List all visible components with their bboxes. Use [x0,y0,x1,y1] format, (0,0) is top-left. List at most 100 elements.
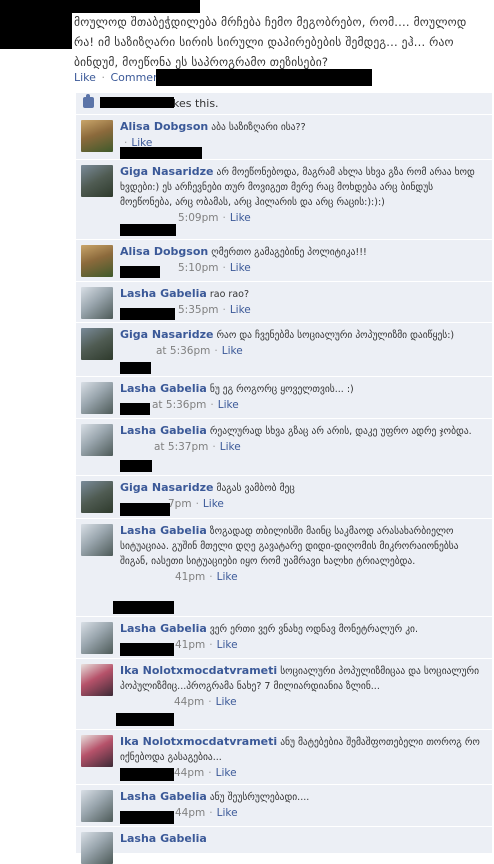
comment-body: Lasha Gabelia ვერ ერთი ვერ ვნახე ოდნავ მ… [120,621,486,653]
comment: Lasha Gabelia ანუ შეუსრულებადი.... 44pm ·… [76,785,492,827]
avatar[interactable] [81,622,113,654]
comment-author[interactable]: Ika Nolotxmocdatvrameti [120,664,277,677]
redacted-date [120,643,174,656]
comment-author[interactable]: Lasha Gabelia [120,424,207,437]
comment-like-link[interactable]: Like [217,639,238,651]
redacted-date [120,224,176,236]
separator: · [101,71,105,84]
redacted-likers[interactable] [100,97,174,108]
comment-author[interactable]: Lasha Gabelia [120,524,207,537]
comment: Lasha Gabelia ნუ ეგ როგორც ყოველთვის... … [76,377,492,419]
comment-text: ღმერთო გამაგებინე პოლიტიკა!!! [211,247,367,258]
comment-body: Ika Nolotxmocdatvrameti ანუ მატებებია შე… [120,734,486,781]
comment-text: აბა საზიზღარი ისა?? [211,122,306,133]
comment-body: Giga Nasaridze რაო და ჩვენებმა სოციალური… [120,327,486,359]
comment-like-link[interactable]: Like [230,212,251,224]
comment-like-link[interactable]: Like [230,262,251,274]
comment-time[interactable]: 44pm [174,696,204,708]
comment-like-link[interactable]: Like [230,304,251,316]
comment-author[interactable]: Giga Nasaridze [120,481,213,494]
comment: Giga Nasaridze რაო და ჩვენებმა სოციალური… [76,323,492,377]
redacted-date [120,362,151,374]
avatar[interactable] [81,328,113,360]
comment: Giga Nasaridze მაგას ვამბობ მეც 7pm · Like [76,476,492,519]
comment: Lasha Gabelia [76,827,492,864]
comment-like-link[interactable]: Like [217,571,238,583]
comment-author[interactable]: Giga Nasaridze [120,165,213,178]
comment-author[interactable]: Alisa Dobgson [120,120,208,133]
avatar[interactable] [81,481,113,513]
comment-like-link[interactable]: Like [218,399,239,411]
comment-text: რაო და ჩვენებმა სოციალური პოპულიზმი დაიწ… [216,330,455,341]
comment-text: rao rao? [209,289,250,300]
comment-time[interactable]: at 5:36pm [152,399,206,411]
comment-author[interactable]: Giga Nasaridze [120,328,213,341]
comment-meta: 41pm · Like [175,639,238,651]
comment-time[interactable]: 41pm [175,571,205,583]
post-actions: Like · Comment [74,71,164,84]
comment-author[interactable]: Ika Nolotxmocdatvrameti [120,735,277,748]
comment-time[interactable]: 44pm [175,807,205,819]
comment-body: Ika Nolotxmocdatvrameti სოციალური პოპული… [120,663,486,710]
avatar[interactable] [81,790,113,822]
comment: Lasha Gabelia ვერ ერთი ვერ ვნახე ოდნავ მ… [76,617,492,659]
comment-meta: 44pm · Like [175,807,238,819]
comment-time[interactable]: 7pm [168,498,192,510]
comment-time[interactable]: at 5:36pm [156,345,210,357]
avatar[interactable] [81,832,113,864]
likes-text: kes this. [173,97,219,110]
comment-like-link[interactable]: Like [216,696,237,708]
avatar[interactable] [81,287,113,319]
comment-author[interactable]: Alisa Dobgson [120,245,208,258]
avatar[interactable] [81,245,113,277]
comment-body: Lasha Gabelia ზოგადად თბილისში მაინც საკ… [120,523,486,585]
redacted-date [120,460,152,472]
avatar[interactable] [81,735,113,767]
comment-like-link[interactable]: Like [220,441,241,453]
redacted-date [120,266,160,278]
comment-like-link[interactable]: Like [216,767,237,779]
avatar[interactable] [81,664,113,696]
comment-time[interactable]: 44pm [174,767,204,779]
comment-meta: 5:10pm · Like [178,262,251,274]
avatar[interactable] [81,424,113,456]
comment-like-link[interactable]: Like [217,807,238,819]
comment-body: Lasha Gabelia ანუ შეუსრულებადი.... 44pm ·… [120,789,486,821]
comment-meta: at 5:37pm · Like [154,441,241,453]
avatar[interactable] [81,524,113,556]
comment-author[interactable]: Lasha Gabelia [120,790,207,803]
comment-text: ანუ შეუსრულებადი.... [209,792,310,803]
comment-author[interactable]: Lasha Gabelia [120,382,207,395]
redacted-timestamp [156,69,372,86]
comment-like-link[interactable]: Like [203,498,224,510]
comment-meta: at 5:36pm · Like [152,399,239,411]
comment: Lasha Gabelia რეალურად სხვა გზაც არ არის… [76,419,492,476]
comment-text: ნუ ეგ როგორც ყოველთვის... :) [209,384,354,395]
comment-time[interactable]: 41pm [175,639,205,651]
comment-author[interactable]: Lasha Gabelia [120,622,207,635]
comment-author[interactable]: Lasha Gabelia [120,287,207,300]
comment-time[interactable]: 5:35pm [178,304,218,316]
comment-body: Lasha Gabelia რეალურად სხვა გზაც არ არის… [120,423,486,455]
comment-time[interactable]: 5:09pm [178,212,218,224]
redacted-author-avatar [0,13,72,49]
comments-section: kes this. Alisa Dobgson აბა საზიზღარი ის… [76,93,492,864]
avatar[interactable] [81,165,113,197]
comment: Ika Nolotxmocdatvrameti სოციალური პოპული… [76,659,492,730]
avatar[interactable] [81,382,113,414]
comment-time[interactable]: 5:10pm [178,262,218,274]
redacted-date [120,768,174,781]
thumbs-up-icon [83,94,94,108]
avatar[interactable] [81,120,113,152]
comment-meta: at 5:36pm · Like [156,345,243,357]
comment-time[interactable]: at 5:37pm [154,441,208,453]
redacted-date [120,147,202,159]
comment-like-link[interactable]: Like [222,345,243,357]
comment-text: რეალურად სხვა გზაც არ არის, დაკე უფრო ად… [209,426,472,437]
redacted-date [116,713,174,726]
comment-text: ვერ ერთი ვერ ვნახე ოდნავ მონეტრალურ კი. [209,624,418,635]
comment: Lasha Gabelia rao rao? 5:35pm · Like [76,282,492,323]
comment: Ika Nolotxmocdatvrameti ანუ მატებებია შე… [76,730,492,785]
redacted-date [120,308,175,320]
like-link[interactable]: Like [74,71,96,84]
